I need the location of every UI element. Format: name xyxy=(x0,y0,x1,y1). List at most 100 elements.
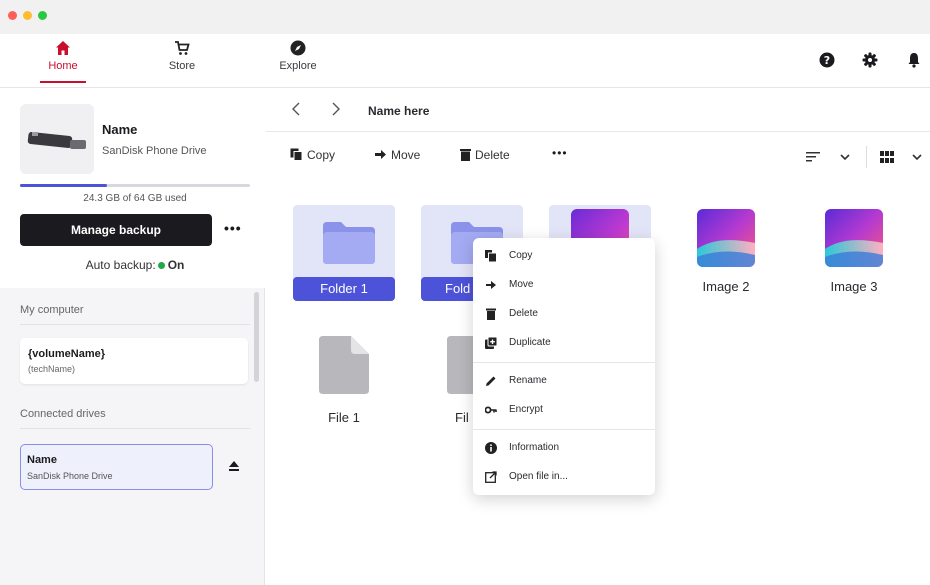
breadcrumb-current: Name here xyxy=(368,104,430,118)
file-item[interactable]: File 1 xyxy=(293,336,395,438)
item-label: Image 3 xyxy=(830,279,878,294)
divider xyxy=(20,428,250,429)
menu-item-label: Duplicate xyxy=(509,337,551,348)
external-link-icon xyxy=(485,471,497,483)
menu-item-open-file-in[interactable]: Open file in... xyxy=(473,465,655,489)
breadcrumb-bar: Name here xyxy=(266,88,930,132)
arrow-right-icon xyxy=(375,150,386,159)
close-window-button[interactable] xyxy=(8,11,17,20)
grid-view-icon[interactable] xyxy=(880,150,894,164)
home-icon xyxy=(56,41,70,55)
context-menu: Copy Move Delete Duplicate Rename Encryp… xyxy=(473,238,655,495)
connected-drives-heading: Connected drives xyxy=(20,408,106,420)
menu-item-label: Open file in... xyxy=(509,471,568,482)
my-computer-heading: My computer xyxy=(20,304,84,316)
tab-explore-label: Explore xyxy=(279,60,317,72)
auto-backup-state: On xyxy=(167,258,185,272)
svg-text:?: ? xyxy=(824,54,830,67)
key-icon xyxy=(485,406,497,414)
drive-card[interactable]: Name SanDisk Phone Drive xyxy=(20,444,213,490)
menu-item-label: Copy xyxy=(509,250,533,261)
image-thumbnail xyxy=(825,209,883,267)
volume-title: {volumeName} xyxy=(28,348,106,360)
device-more-button[interactable]: ••• xyxy=(224,220,242,236)
sidebar-scrollbar[interactable] xyxy=(254,292,259,382)
copy-icon xyxy=(485,250,497,262)
top-nav: Home Store Explore ? xyxy=(0,34,930,88)
move-label: Move xyxy=(391,148,421,162)
device-name: Name xyxy=(102,122,138,137)
menu-item-label: Move xyxy=(509,279,534,290)
trash-icon xyxy=(460,149,471,161)
forward-arrow-icon[interactable] xyxy=(328,102,342,116)
minimize-window-button[interactable] xyxy=(23,11,32,20)
device-card: Name SanDisk Phone Drive 24.3 GB of 64 G… xyxy=(0,88,265,288)
title-bar xyxy=(0,0,930,34)
gear-icon[interactable] xyxy=(862,52,878,68)
folder-icon xyxy=(323,222,375,264)
sort-icon[interactable] xyxy=(806,150,820,164)
delete-button[interactable]: Delete xyxy=(460,148,510,162)
auto-backup-label: Auto backup: xyxy=(85,258,156,272)
status-dot-icon xyxy=(157,261,165,269)
divider xyxy=(473,362,655,363)
image-thumbnail xyxy=(697,209,755,267)
divider xyxy=(473,429,655,430)
manage-backup-button[interactable]: Manage backup xyxy=(20,214,212,246)
trash-icon xyxy=(486,308,496,320)
menu-item-encrypt[interactable]: Encrypt xyxy=(473,398,655,422)
back-arrow-icon[interactable] xyxy=(290,102,304,116)
volume-card[interactable]: {volumeName} (techName) xyxy=(20,338,248,384)
copy-button[interactable]: Copy xyxy=(290,148,335,162)
tab-store[interactable]: Store xyxy=(147,40,217,72)
sidebar: Name SanDisk Phone Drive 24.3 GB of 64 G… xyxy=(0,88,265,585)
folder-item[interactable]: Folder 1 xyxy=(293,205,395,307)
menu-item-label: Delete xyxy=(509,308,538,319)
storage-usage-text: 24.3 GB of 64 GB used xyxy=(83,193,187,204)
volume-subtitle: (techName) xyxy=(28,364,76,374)
menu-item-label: Rename xyxy=(509,375,547,386)
drive-title: Name xyxy=(27,454,57,466)
item-label: Folder 1 xyxy=(293,277,395,301)
move-button[interactable]: Move xyxy=(374,148,420,162)
cart-icon xyxy=(175,41,190,55)
menu-item-duplicate[interactable]: Duplicate xyxy=(473,331,655,355)
menu-item-label: Encrypt xyxy=(509,404,543,415)
divider xyxy=(866,146,867,168)
tab-home-label: Home xyxy=(48,60,78,72)
eject-icon[interactable] xyxy=(228,460,240,472)
image-item[interactable]: Image 2 xyxy=(675,205,777,307)
zoom-window-button[interactable] xyxy=(38,11,47,20)
storage-usage-bar xyxy=(20,184,250,187)
image-item[interactable]: Image 3 xyxy=(803,205,905,307)
menu-item-move[interactable]: Move xyxy=(473,273,655,297)
toolbar: Copy Move Delete ••• xyxy=(266,132,930,178)
toolbar-more-button[interactable]: ••• xyxy=(552,146,568,160)
drive-subtitle: SanDisk Phone Drive xyxy=(27,471,113,481)
device-image xyxy=(20,104,94,174)
menu-item-rename[interactable]: Rename xyxy=(473,369,655,393)
menu-item-label: Information xyxy=(509,442,560,453)
bell-icon[interactable] xyxy=(906,52,922,68)
device-subtitle: SanDisk Phone Drive xyxy=(102,145,207,157)
arrow-right-icon xyxy=(486,281,496,289)
help-icon[interactable]: ? xyxy=(819,52,835,68)
menu-item-copy[interactable]: Copy xyxy=(473,244,655,268)
copy-icon xyxy=(290,148,303,161)
copy-label: Copy xyxy=(307,148,336,162)
auto-backup-status: Auto backup: On xyxy=(20,258,250,272)
menu-item-information[interactable]: Information xyxy=(473,436,655,460)
item-label: File 1 xyxy=(328,410,360,425)
tab-home[interactable]: Home xyxy=(28,40,98,83)
item-label: Image 2 xyxy=(702,279,750,294)
tab-explore[interactable]: Explore xyxy=(263,40,333,72)
file-icon xyxy=(319,336,369,394)
chevron-down-icon[interactable] xyxy=(910,150,924,164)
divider xyxy=(20,324,250,325)
info-icon xyxy=(485,442,497,454)
pencil-icon xyxy=(486,376,496,386)
menu-item-delete[interactable]: Delete xyxy=(473,302,655,326)
duplicate-icon xyxy=(485,337,497,349)
chevron-down-icon[interactable] xyxy=(838,150,852,164)
compass-icon xyxy=(290,40,306,56)
